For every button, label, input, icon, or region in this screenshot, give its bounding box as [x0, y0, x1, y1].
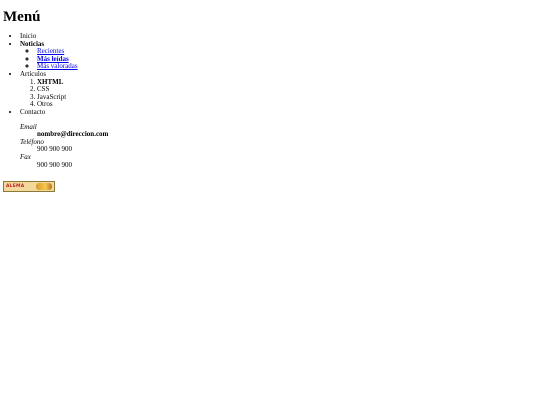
email-value: nombre@direccion.com [37, 130, 109, 139]
telefono-value: 900 900 900 [37, 145, 72, 154]
menu-item-noticias[interactable]: Noticias Recientes Más leídas Más valora… [20, 40, 320, 71]
menu-item-inicio[interactable]: Inicio [20, 32, 320, 41]
contact-details: Email nombre@direccion.com Teléfono 900 … [20, 123, 320, 170]
noticias-submenu: Recientes Más leídas Más valoradas [37, 47, 320, 71]
articulos-item-otros: Otros [37, 101, 320, 109]
menu-item-articulos[interactable]: Artículos XHTML CSS JavaScript Otros [20, 70, 320, 109]
articulos-submenu: XHTML CSS JavaScript Otros [37, 78, 320, 109]
submenu-item-mas-valoradas: Más valoradas [37, 63, 320, 71]
main-menu: Inicio Noticias Recientes Más leídas Más… [20, 32, 320, 170]
page-title: Menú [3, 9, 41, 25]
fax-value: 900 900 900 [37, 160, 72, 169]
articulos-item-xhtml: XHTML [37, 78, 320, 87]
menu-item-contacto-label: Contacto [20, 107, 46, 116]
articulos-item-javascript: JavaScript [37, 93, 320, 102]
articulos-item-css: CSS [37, 85, 320, 94]
menu-item-contacto[interactable]: Contacto Email nombre@direccion.com Telé… [20, 107, 320, 170]
submenu-item-mas-leidas: Más leídas [37, 55, 320, 64]
submenu-item-recientes: Recientes [37, 47, 320, 56]
logo-text: ALEMA [6, 183, 25, 189]
logo-image: ALEMA [3, 181, 55, 192]
logo-mark-icon [36, 183, 52, 190]
